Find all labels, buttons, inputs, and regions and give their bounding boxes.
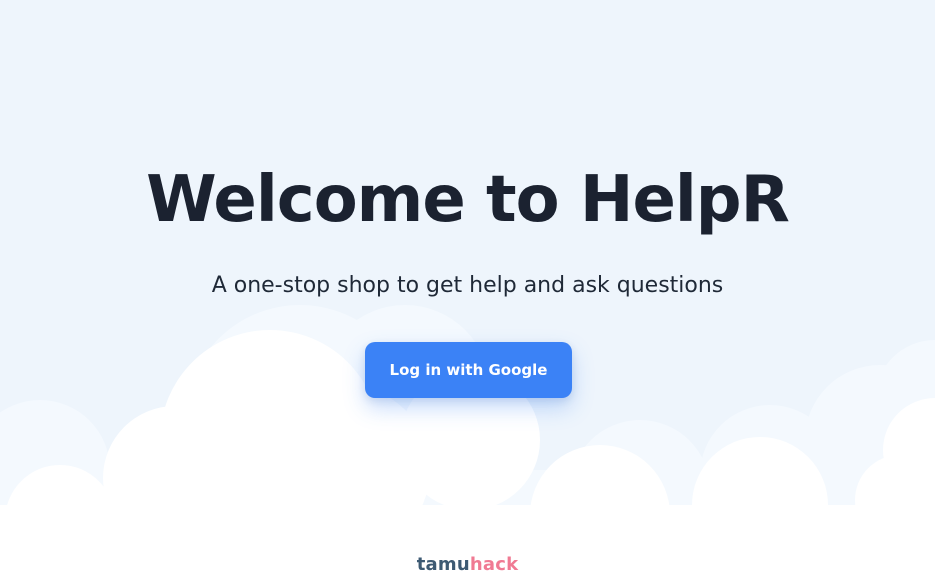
page-title: Welcome to HelpR	[146, 163, 790, 237]
hero-section: Welcome to HelpR A one-stop shop to get …	[0, 0, 935, 580]
page-subtitle: A one-stop shop to get help and ask ques…	[211, 273, 724, 298]
brand-text-tamu: tamu	[416, 554, 470, 575]
tamuhack-logo: tamuhack	[0, 553, 935, 577]
google-login-button[interactable]: Log in with Google	[365, 342, 572, 398]
brand-text-hack: hack	[469, 554, 519, 575]
